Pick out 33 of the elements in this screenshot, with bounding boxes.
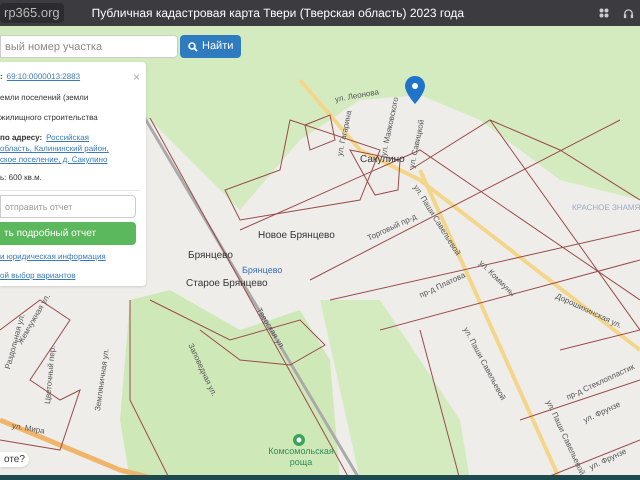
- page-title: Публичная кадастровая карта Твери (Тверская область) 2023 года: [92, 5, 464, 22]
- chat-bubble[interactable]: оте?: [0, 452, 29, 467]
- map-label: Земляничная ул.: [92, 348, 112, 412]
- area-text: ь: 600 кв.м.: [0, 172, 43, 183]
- address-label: по адресу:: [0, 132, 42, 143]
- address-link[interactable]: ское поселение, д. Сакулино: [0, 154, 146, 165]
- permitted-use: жилищного строительства: [0, 112, 99, 123]
- map-label: ул. Мира: [10, 420, 46, 438]
- land-category: емли поселений (земли: [0, 92, 90, 103]
- headphones-icon[interactable]: [623, 8, 634, 18]
- cadastral-number-link[interactable]: 69:10:0000013:2883: [6, 71, 80, 82]
- map-label: ул. Савицкой: [406, 118, 428, 170]
- map-label: Новое Брянцево: [258, 229, 335, 243]
- park-icon: [293, 434, 305, 446]
- info-link[interactable]: и юридическая информация: [0, 251, 146, 262]
- address-link[interactable]: область, Калининский район,: [0, 143, 146, 154]
- email-field[interactable]: отправить отчет: [0, 195, 136, 218]
- map-label: ул. Гагарина: [334, 110, 355, 158]
- address-link[interactable]: Российская: [46, 132, 89, 143]
- options-link[interactable]: ой выбор вариантов: [0, 270, 146, 281]
- map-label: КРАСНОЕ ЗНАМЯ: [572, 202, 640, 214]
- map-label: Цветочный пер.: [42, 345, 58, 405]
- map-label: ул. Леонова: [334, 86, 380, 106]
- location-pin-icon: [405, 76, 425, 104]
- report-button[interactable]: ть подробный отчет: [0, 222, 136, 245]
- grid-icon[interactable]: [599, 8, 609, 18]
- number-label: :: [0, 71, 3, 82]
- map-label: Брянцево: [242, 264, 282, 277]
- site-logo[interactable]: rp365.org: [0, 3, 64, 23]
- search-field[interactable]: вый номер участка: [0, 35, 178, 58]
- search-icon: [188, 42, 198, 52]
- map-label: Комсомольская роща: [267, 446, 335, 468]
- search-button[interactable]: Найти: [180, 35, 242, 58]
